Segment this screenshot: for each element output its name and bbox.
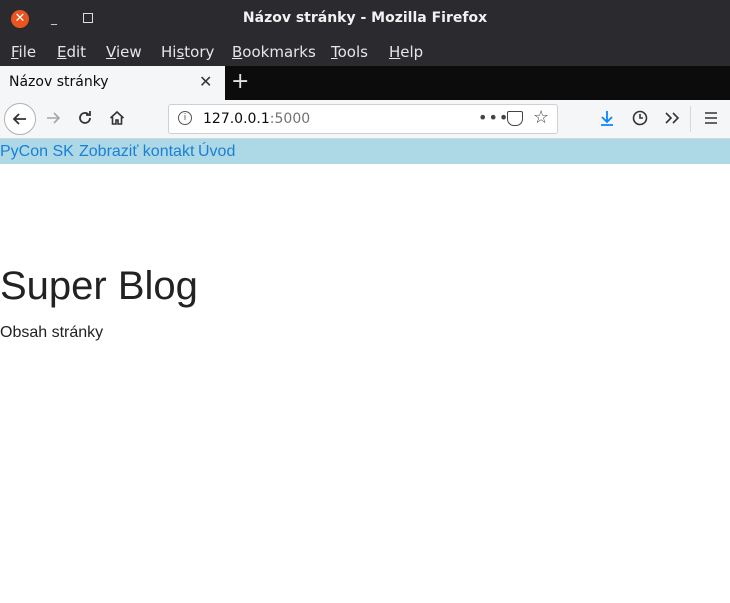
- menu-bookmarks-label: ookmarks: [242, 43, 316, 61]
- page-heading: Super Blog: [0, 264, 198, 308]
- pocket-icon[interactable]: [507, 111, 523, 126]
- window-titlebar: ✕ _ Názov stránky - Mozilla Firefox: [0, 0, 730, 37]
- menu-bookmarks[interactable]: Bookmarks: [232, 43, 316, 61]
- page-actions-icon[interactable]: •••: [478, 108, 509, 127]
- url-host: 127.0.0.1: [203, 111, 270, 127]
- nav-link-uvod[interactable]: Úvod: [198, 143, 235, 161]
- menu-history-prefix: Hi: [161, 43, 177, 61]
- menu-file[interactable]: File: [11, 43, 36, 61]
- info-icon[interactable]: i: [178, 111, 192, 125]
- menu-help-label: elp: [400, 43, 424, 61]
- history-icon[interactable]: [625, 103, 655, 133]
- home-icon[interactable]: [102, 103, 132, 133]
- menu-tools[interactable]: Tools: [331, 43, 368, 61]
- reload-icon[interactable]: [70, 103, 100, 133]
- toolbar-separator: [690, 106, 691, 132]
- download-icon[interactable]: [592, 103, 622, 133]
- menu-bar: File Edit View History Bookmarks Tools H…: [0, 37, 730, 66]
- nav-link-zobrazit-kontakt[interactable]: Zobraziť kontakt: [79, 143, 194, 161]
- tab-title: Názov stránky: [9, 74, 109, 90]
- window-title: Názov stránky - Mozilla Firefox: [242, 10, 488, 26]
- url-port: :5000: [269, 111, 311, 127]
- menu-history-suffix: tory: [184, 43, 215, 61]
- tab-strip: Názov stránky ✕ +: [0, 66, 730, 100]
- bookmark-star-icon[interactable]: ☆: [533, 107, 549, 128]
- hamburger-menu-icon[interactable]: [696, 103, 726, 133]
- menu-edit-label: dit: [66, 43, 87, 61]
- menu-view[interactable]: View: [106, 43, 142, 61]
- url-text[interactable]: 127.0.0.1:5000: [203, 111, 310, 127]
- tab-close-icon[interactable]: ✕: [199, 72, 212, 91]
- forward-arrow-icon[interactable]: [38, 103, 68, 133]
- menu-view-label: iew: [115, 43, 142, 61]
- menu-help-mnemonic: H: [389, 43, 401, 61]
- menu-bookmarks-mnemonic: B: [232, 43, 243, 61]
- menu-tools-label: ools: [337, 43, 368, 61]
- tab-active[interactable]: Názov stránky ✕: [0, 66, 225, 100]
- address-bar[interactable]: i 127.0.0.1:5000 ••• ☆: [168, 104, 558, 134]
- new-tab-plus-icon[interactable]: +: [231, 68, 249, 96]
- menu-view-mnemonic: V: [106, 43, 116, 61]
- menu-file-mnemonic: F: [11, 43, 19, 61]
- back-arrow-icon[interactable]: [4, 103, 36, 135]
- navigation-toolbar: i 127.0.0.1:5000 ••• ☆: [0, 100, 730, 139]
- menu-edit[interactable]: Edit: [57, 43, 86, 61]
- menu-tools-mnemonic: T: [331, 43, 338, 61]
- page-body-text: Obsah stránky: [0, 324, 104, 341]
- site-navigation: PyCon SK Zobraziť kontakt Úvod: [0, 139, 730, 164]
- nav-link-pycon-sk[interactable]: PyCon SK: [0, 143, 74, 161]
- menu-help[interactable]: Help: [389, 43, 423, 61]
- menu-history[interactable]: History: [161, 43, 214, 61]
- overflow-icon[interactable]: [657, 103, 687, 133]
- menu-file-label: ile: [18, 43, 37, 61]
